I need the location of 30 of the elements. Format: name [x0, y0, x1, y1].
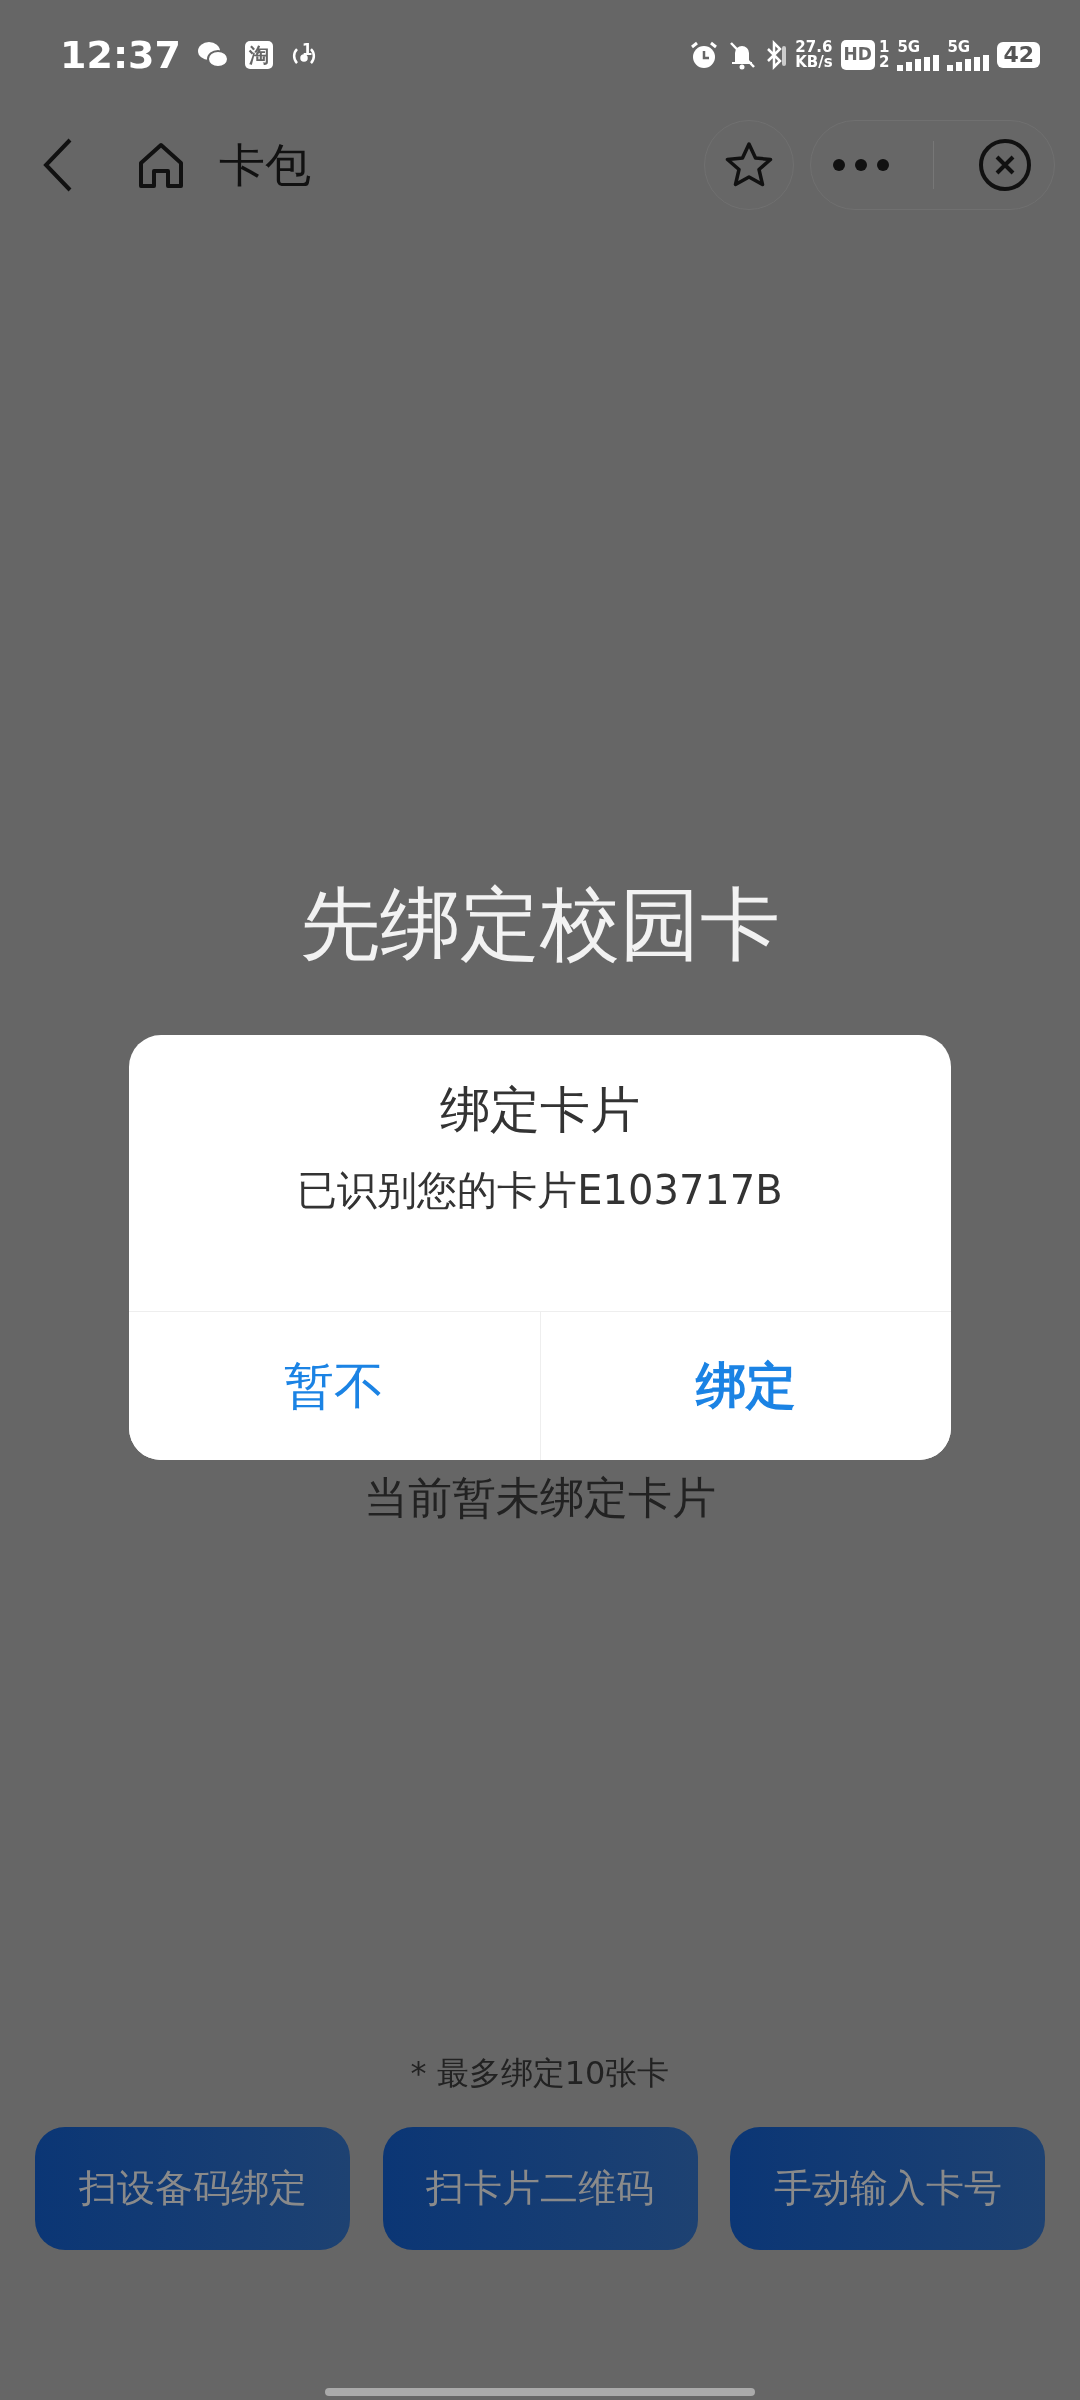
home-icon[interactable] [136, 141, 186, 189]
limit-note: * 最多绑定10张卡 [410, 2053, 670, 2094]
network-type: 5G [897, 39, 922, 55]
bluetooth-icon [765, 40, 788, 70]
more-icon[interactable] [833, 159, 889, 171]
dialog-button[interactable]: 绑定 [539, 1312, 951, 1460]
shop-icon: 淘 [244, 41, 273, 69]
star-icon [724, 141, 774, 189]
dialog-message: 已识别您的卡片E103717B [297, 1166, 783, 1215]
network-type: 5G [947, 39, 972, 55]
sim-number: 1 [878, 40, 890, 55]
page-heading: 先绑定校园卡 [300, 877, 780, 973]
close-icon[interactable] [978, 138, 1032, 192]
empty-message: 当前暂未绑定卡片 [364, 1471, 716, 1525]
battery-level: 42 [997, 42, 1040, 68]
hotspot-count: 1 [301, 43, 313, 58]
alarm-icon [689, 40, 720, 70]
signal-icon [897, 54, 940, 71]
dialog-title: 绑定卡片 [440, 1080, 640, 1141]
status-time: 12:37 [60, 31, 181, 79]
page-title: 卡包 [219, 136, 311, 194]
net-speed-unit: KB/s [795, 55, 833, 70]
action-button[interactable]: 手动输入卡号 [730, 2127, 1045, 2250]
bell-off-icon [727, 40, 758, 70]
signal-icon [947, 54, 990, 71]
action-button[interactable]: 扫卡片二维码 [382, 2127, 698, 2250]
action-button[interactable]: 扫设备码绑定 [35, 2127, 350, 2250]
hd-badge: HD [840, 40, 875, 70]
net-speed-value: 27.6 [795, 40, 833, 55]
sim-number: 2 [878, 55, 890, 70]
